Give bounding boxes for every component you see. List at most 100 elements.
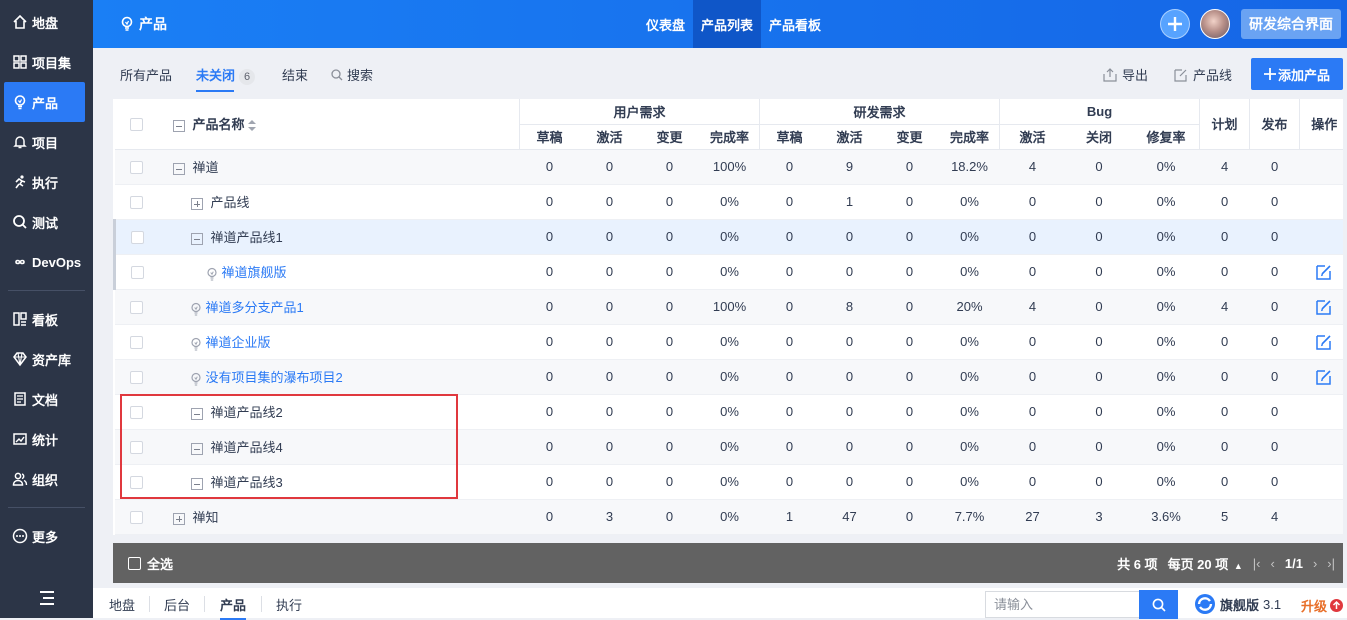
header-tab-0[interactable]: 仪表盘 (638, 0, 693, 48)
quick-create-button[interactable] (1160, 9, 1190, 39)
user-story-cell: 0% (699, 324, 760, 360)
name-header[interactable]: 产品名称 (158, 99, 520, 150)
crumb-execution[interactable]: 执行 (276, 595, 302, 614)
sidebar-item-10[interactable]: 统计 (0, 419, 93, 459)
select-all-checkbox[interactable] (130, 118, 143, 132)
header-tab-2[interactable]: 产品看板 (761, 0, 829, 48)
user-avatar[interactable] (1200, 9, 1230, 39)
workbench-switch-button[interactable]: 研发综合界面 (1241, 9, 1341, 39)
crumb-product[interactable]: 产品 (220, 595, 246, 620)
edit-icon[interactable] (1315, 333, 1333, 351)
collapse-toggle-icon[interactable] (172, 162, 185, 175)
row-checkbox[interactable] (130, 231, 144, 245)
user-story-cell: 0 (579, 254, 640, 290)
collapse-toggle-icon[interactable] (190, 442, 203, 455)
product-name-link[interactable]: 禅道多分支产品1 (206, 300, 304, 315)
table-row[interactable]: 禅道多分支产品1 0 0 0 100% 0 8 0 20% 4 0 0% 4 0 (114, 289, 1343, 325)
sidebar-item-0[interactable]: 地盘 (0, 2, 93, 42)
next-page-icon[interactable]: › (1313, 556, 1317, 571)
add-product-button[interactable]: 添加产品 (1251, 58, 1343, 90)
row-select-cell (114, 149, 159, 185)
export-button[interactable]: 导出 (1103, 65, 1148, 84)
collapse-toggle-icon[interactable] (190, 407, 203, 420)
dev-story-cell: 0 (879, 289, 940, 325)
table-row[interactable]: 禅道产品线4 0 0 0 0% 0 0 0 0% 0 0 0% 0 0 (114, 429, 1343, 465)
edit-icon[interactable] (1315, 263, 1333, 281)
product-name-link[interactable]: 没有项目集的瀑布项目2 (206, 370, 343, 385)
product-name-link[interactable]: 禅道企业版 (206, 335, 271, 350)
row-select-cell (114, 289, 159, 325)
expand-toggle-icon[interactable] (172, 512, 185, 525)
release-cell: 0 (1249, 289, 1300, 325)
table-row[interactable]: 禅道旗舰版 0 0 0 0% 0 0 0 0% 0 0 0% 0 0 (113, 254, 1343, 290)
collapse-all-toggle[interactable] (172, 119, 185, 132)
header-tab-1[interactable]: 产品列表 (693, 0, 762, 48)
product-line-button[interactable]: 产品线 (1174, 65, 1232, 84)
global-search-button[interactable] (1139, 590, 1178, 619)
per-page-selector[interactable]: 每页 20 项 ▲ (1168, 554, 1243, 573)
crumb-dashboard[interactable]: 地盘 (109, 595, 135, 614)
sidebar-item-4[interactable]: 执行 (0, 162, 93, 202)
row-name: 禅道 (192, 160, 219, 175)
tab-search[interactable]: 搜索 (331, 65, 373, 84)
user-story-cell: 0% (699, 464, 760, 500)
table-row[interactable]: 没有项目集的瀑布项目2 0 0 0 0% 0 0 0 0% 0 0 0% 0 0 (114, 359, 1343, 395)
select-all-footer-checkbox[interactable] (128, 556, 141, 570)
row-checkbox[interactable] (130, 266, 144, 280)
table-row[interactable]: 禅道企业版 0 0 0 0% 0 0 0 0% 0 0 0% 0 0 (114, 324, 1343, 360)
sidebar-item-12[interactable]: 更多 (0, 516, 93, 556)
row-checkbox[interactable] (130, 511, 143, 525)
bug-cell: 3 (1065, 499, 1133, 535)
expand-toggle-icon[interactable] (190, 197, 203, 210)
row-select-cell (113, 254, 159, 290)
document-icon (11, 390, 29, 408)
global-search-input[interactable] (985, 591, 1140, 618)
row-checkbox[interactable] (130, 441, 143, 455)
user-story-cell: 0 (639, 499, 700, 535)
sidebar-item-label: 组织 (32, 472, 59, 488)
sidebar-item-1[interactable]: 项目集 (0, 42, 93, 82)
sidebar-item-6[interactable]: DevOps (0, 242, 93, 282)
sidebar-item-9[interactable]: 文档 (0, 379, 93, 419)
row-checkbox[interactable] (130, 336, 143, 350)
row-select-cell (114, 359, 159, 395)
table-row[interactable]: 禅道 0 0 0 100% 0 9 0 18.2% 4 0 0% 4 0 (114, 149, 1343, 185)
product-name-link[interactable]: 禅道旗舰版 (222, 265, 287, 280)
last-page-icon[interactable]: ›| (1327, 556, 1335, 571)
tab-unclosed[interactable]: 未关闭 6 (196, 65, 256, 92)
row-checkbox[interactable] (130, 406, 143, 420)
table-row[interactable]: 禅道产品线3 0 0 0 0% 0 0 0 0% 0 0 0% 0 0 (114, 464, 1343, 500)
row-checkbox[interactable] (130, 371, 143, 385)
row-checkbox[interactable] (130, 161, 143, 175)
upgrade-button[interactable]: 升级 (1301, 596, 1344, 615)
sidebar-item-11[interactable]: 组织 (0, 459, 93, 499)
table-row[interactable]: 禅道产品线2 0 0 0 0% 0 0 0 0% 0 0 0% 0 0 (114, 394, 1343, 430)
table-row[interactable]: 产品线 0 0 0 0% 0 1 0 0% 0 0 0% 0 0 (114, 184, 1343, 220)
first-page-icon[interactable]: |‹ (1253, 556, 1261, 571)
table-row[interactable]: 禅道产品线1 0 0 0 0% 0 0 0 0% 0 0 0% 0 0 (113, 219, 1343, 255)
sidebar-collapse-toggle[interactable] (0, 578, 93, 618)
collapse-toggle-icon[interactable] (190, 232, 203, 245)
table-row[interactable]: 禅知 0 3 0 0% 1 47 0 7.7% 27 3 3.6% 5 4 (114, 499, 1343, 535)
sidebar-item-7[interactable]: 看板 (0, 299, 93, 339)
dev-story-cell: 0% (939, 219, 1000, 255)
sidebar-item-3[interactable]: 项目 (0, 122, 93, 162)
edit-icon[interactable] (1315, 298, 1333, 316)
tab-all-products[interactable]: 所有产品 (120, 65, 172, 84)
row-name: 禅道产品线4 (210, 440, 283, 455)
row-checkbox[interactable] (130, 301, 143, 315)
grid-icon (11, 53, 29, 71)
dev-story-cell: 0 (819, 359, 880, 395)
crumb-admin[interactable]: 后台 (164, 595, 190, 614)
sidebar-item-5[interactable]: 测试 (0, 202, 93, 242)
row-checkbox[interactable] (130, 476, 143, 490)
prev-page-icon[interactable]: ‹ (1271, 556, 1275, 571)
select-all-footer[interactable]: 全选 (128, 554, 173, 573)
sidebar-item-2[interactable]: 产品 (4, 82, 85, 122)
tab-closed[interactable]: 结束 (282, 65, 308, 84)
sidebar-item-8[interactable]: 资产库 (0, 339, 93, 379)
row-checkbox[interactable] (130, 196, 143, 210)
bug-cell: 0 (1065, 289, 1133, 325)
edit-icon[interactable] (1315, 368, 1333, 386)
collapse-toggle-icon[interactable] (190, 477, 203, 490)
